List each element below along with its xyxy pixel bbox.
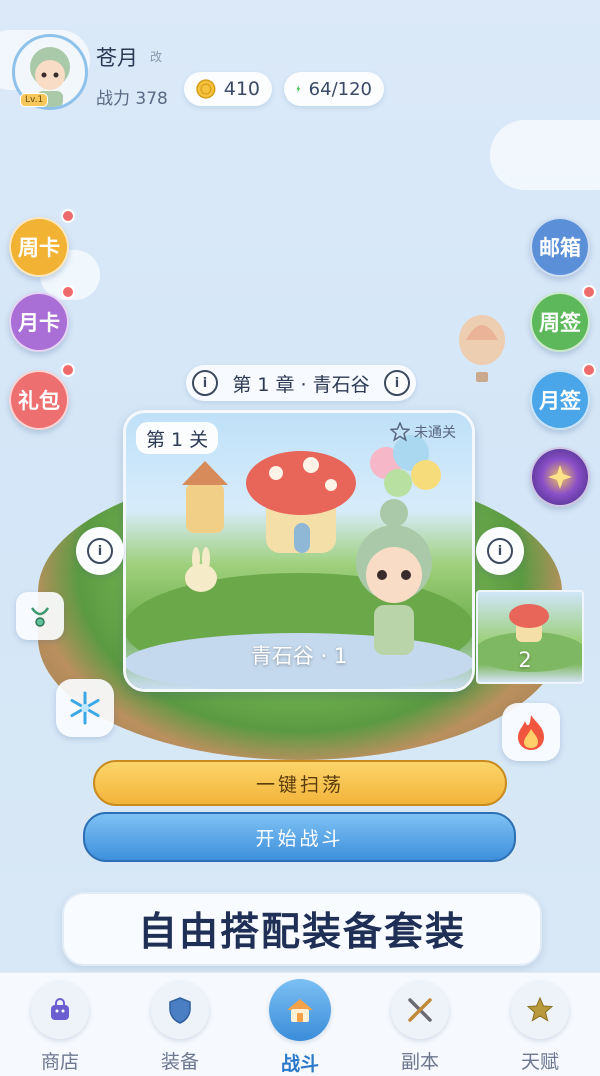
- info-icon: i: [487, 538, 513, 564]
- amulet-item-button[interactable]: [16, 592, 64, 640]
- energy-counter[interactable]: 64/120: [284, 72, 384, 106]
- notification-dot: [61, 209, 75, 223]
- sparkle-star-icon: [548, 465, 572, 489]
- shield-icon: [151, 981, 209, 1039]
- notification-dot: [582, 285, 596, 299]
- sweep-button-label: 一键扫荡: [255, 773, 344, 796]
- stage-info-right-button[interactable]: i: [476, 527, 524, 575]
- coin-counter[interactable]: 410: [184, 72, 272, 106]
- start-battle-label: 开始战斗: [255, 827, 344, 850]
- notification-dot: [582, 363, 596, 377]
- nav-tab-shop[interactable]: 商店: [10, 973, 110, 1074]
- amulet-icon: [30, 607, 50, 627]
- star-icon: [511, 981, 569, 1039]
- star-outline-icon: [390, 422, 410, 442]
- stage-number-tag: 第 1 关: [136, 422, 219, 454]
- sweep-button[interactable]: 一键扫荡: [93, 760, 507, 806]
- info-icon: i: [87, 538, 113, 564]
- gift-pack-button[interactable]: 礼包: [9, 370, 69, 430]
- home-icon: [269, 979, 331, 1041]
- nav-tab-dungeon[interactable]: 副本: [370, 973, 470, 1074]
- level-badge: Lv.1: [20, 93, 49, 107]
- nav-tab-equipment[interactable]: 装备: [130, 973, 230, 1074]
- nav-tab-battle-label: 战斗: [280, 1053, 319, 1075]
- crossed-swords-icon: [391, 981, 449, 1039]
- monthly-checkin-button[interactable]: 月签: [530, 370, 590, 430]
- cloud-decoration: [490, 120, 600, 190]
- hot-air-balloon-decoration: [459, 315, 505, 382]
- fire-skill-button[interactable]: [502, 703, 560, 761]
- chapter-selector[interactable]: i 第 1 章 · 青石谷 i: [186, 365, 416, 401]
- monthly-card-label: 月卡: [18, 311, 60, 335]
- coin-icon: [196, 79, 216, 99]
- stage-status: 未通关: [390, 422, 456, 442]
- mailbox-label: 邮箱: [539, 236, 581, 260]
- shop-bag-icon: [31, 981, 89, 1039]
- next-stage-number: 2: [518, 648, 532, 672]
- notification-dot: [61, 285, 75, 299]
- promo-banner-text: 自由搭配装备套装: [137, 910, 466, 955]
- coin-amount: 410: [223, 78, 260, 100]
- nav-tab-battle[interactable]: 战斗: [250, 973, 350, 1076]
- monthly-checkin-label: 月签: [539, 389, 581, 413]
- nav-tab-talent-label: 天赋: [520, 1051, 559, 1073]
- start-battle-button[interactable]: 开始战斗: [83, 812, 516, 862]
- chapter-title: 第 1 章 · 青石谷: [232, 373, 370, 396]
- frost-skill-button[interactable]: [56, 679, 114, 737]
- weekly-checkin-button[interactable]: 周签: [530, 292, 590, 352]
- nav-tab-equipment-label: 装备: [160, 1051, 199, 1073]
- stage-info-left-button[interactable]: i: [76, 527, 124, 575]
- notification-dot: [61, 363, 75, 377]
- weekly-card-label: 周卡: [18, 236, 60, 260]
- player-name: 苍月: [96, 46, 138, 70]
- combat-power: 战力 378: [96, 89, 168, 109]
- magic-portal-button[interactable]: [530, 447, 590, 507]
- weekly-checkin-label: 周签: [539, 311, 581, 335]
- nav-tab-dungeon-label: 副本: [400, 1051, 439, 1073]
- weekly-card-button[interactable]: 周卡: [9, 217, 69, 277]
- promo-banner[interactable]: 自由搭配装备套装: [62, 892, 542, 966]
- bottom-nav: 商店 装备 战斗 副本 天赋: [0, 972, 600, 1076]
- monthly-card-button[interactable]: 月卡: [9, 292, 69, 352]
- energy-amount: 64/120: [308, 78, 372, 100]
- nav-tab-shop-label: 商店: [40, 1051, 79, 1073]
- rename-button[interactable]: 改: [150, 48, 162, 65]
- stage-name: 青石谷 · 1: [250, 644, 348, 668]
- snowflake-icon: [70, 691, 100, 725]
- nav-tab-talent[interactable]: 天赋: [490, 973, 590, 1074]
- mailbox-button[interactable]: 邮箱: [530, 217, 590, 277]
- flame-icon: [518, 715, 544, 750]
- gift-pack-label: 礼包: [18, 389, 60, 413]
- info-icon[interactable]: i: [192, 370, 218, 396]
- lightning-icon: [296, 85, 301, 93]
- stage-status-label: 未通关: [414, 425, 456, 441]
- info-icon[interactable]: i: [383, 370, 410, 396]
